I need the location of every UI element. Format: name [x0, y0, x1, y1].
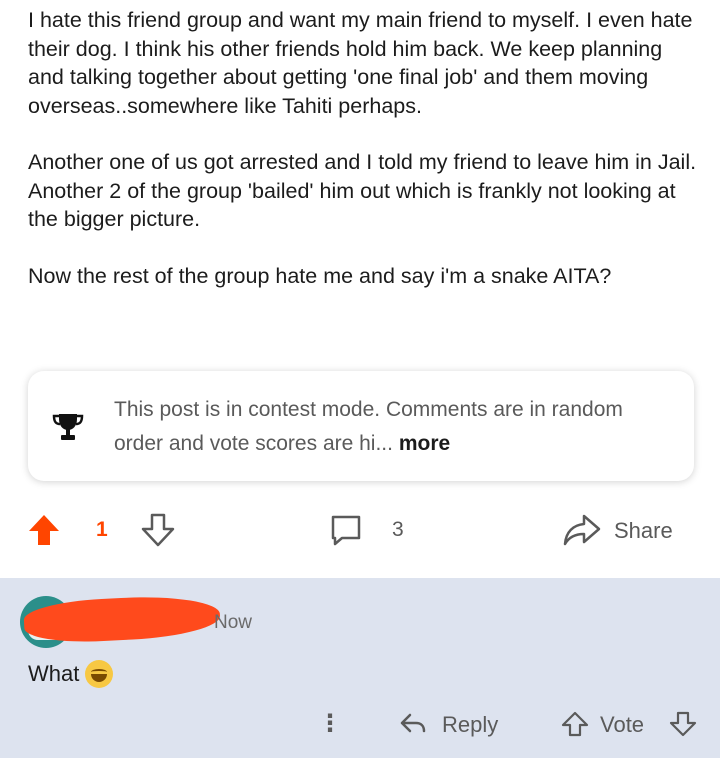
vote-count: 1 [96, 518, 108, 541]
grinning-sweat-emoji-icon [85, 660, 114, 688]
post-body: I hate this friend group and want my mai… [28, 6, 698, 290]
post-action-bar: 1 3 Share [0, 500, 720, 560]
contest-notice-body: This post is in contest mode. Comments a… [114, 398, 623, 455]
share-icon[interactable] [562, 512, 602, 548]
contest-mode-notice[interactable]: This post is in contest mode. Comments a… [28, 371, 694, 481]
more-options-icon[interactable]: ⋮ [318, 710, 342, 740]
trophy-icon [52, 414, 84, 440]
post-paragraph: Another one of us got arrested and I tol… [28, 150, 697, 231]
downvote-arrow-icon[interactable] [140, 512, 176, 548]
post-paragraph: Now the rest of the group hate me and sa… [28, 263, 612, 288]
comment-action-bar: ⋮ Reply Vote [0, 704, 720, 744]
comment-text: What [28, 661, 80, 686]
comment-count: 3 [392, 518, 404, 541]
comment-timestamp: Now [214, 612, 253, 633]
comment: Now What ⋮ Reply Vote [0, 578, 720, 758]
contest-notice-text: This post is in contest mode. Comments a… [114, 393, 674, 461]
upvote-arrow-icon[interactable] [26, 512, 62, 548]
reply-arrow-icon[interactable] [398, 710, 428, 738]
comment-upvote-icon[interactable] [560, 710, 590, 738]
comment-bubble-icon[interactable] [328, 512, 364, 548]
post-paragraph: I hate this friend group and want my mai… [28, 8, 693, 118]
comment-body: What [28, 660, 114, 688]
vote-label: Vote [600, 712, 645, 737]
share-button[interactable]: Share [614, 518, 673, 544]
comment-downvote-icon[interactable] [668, 710, 698, 738]
reply-button[interactable]: Reply [442, 712, 498, 738]
more-link[interactable]: more [399, 432, 450, 455]
